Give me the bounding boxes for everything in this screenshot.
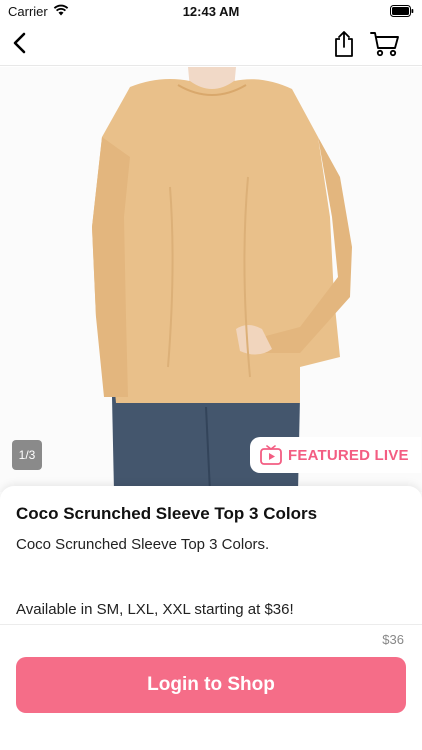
status-time: 12:43 AM: [182, 4, 240, 19]
product-photo: [0, 67, 422, 492]
back-chevron-icon[interactable]: [10, 30, 30, 56]
battery-icon: [390, 5, 414, 17]
cart-icon[interactable]: [370, 31, 400, 57]
featured-live-label: FEATURED LIVE: [288, 446, 409, 464]
product-price: $36: [382, 632, 404, 647]
login-to-shop-button[interactable]: Login to Shop: [16, 657, 406, 713]
product-availability: Available in SM, LXL, XXL starting at $3…: [16, 601, 294, 618]
product-title: Coco Scrunched Sleeve Top 3 Colors: [16, 504, 318, 523]
live-tv-icon: [260, 445, 282, 465]
product-info-card: Coco Scrunched Sleeve Top 3 Colors Coco …: [0, 486, 422, 624]
share-icon[interactable]: [332, 30, 356, 58]
status-bar: Carrier 12:43 AM: [0, 0, 422, 22]
image-counter: 1/3: [12, 440, 42, 470]
bottom-action-bar: $36 Login to Shop: [0, 624, 422, 750]
nav-bar: [0, 22, 422, 66]
product-description: Coco Scrunched Sleeve Top 3 Colors.: [16, 536, 270, 553]
product-image[interactable]: [0, 67, 422, 492]
featured-live-badge[interactable]: FEATURED LIVE: [250, 437, 421, 473]
